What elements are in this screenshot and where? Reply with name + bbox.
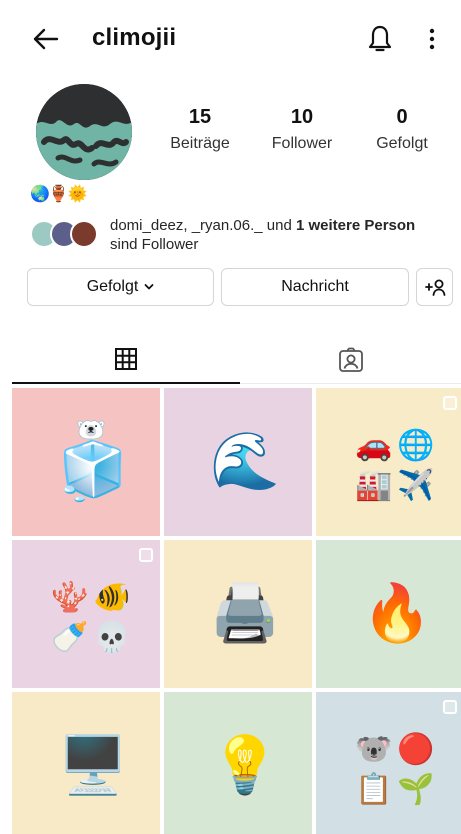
profile-username: climojii [92,24,177,51]
arrow-left-icon[interactable] [30,24,60,54]
bell-icon[interactable] [366,24,394,54]
stat-posts-value: 15 [188,106,212,128]
message-button-label: Nachricht [281,278,349,295]
post-tile[interactable]: 🚗 🌐 🏭 ✈️ [316,388,461,536]
post-emoji: 🖨️ [210,581,280,646]
grid-icon [115,348,137,370]
post-tile[interactable]: 🌊 [164,388,312,536]
chevron-down-icon [144,284,154,290]
post-emoji: 🌱 [397,772,435,807]
post-tile[interactable]: 🖨️ [164,540,312,688]
post-tile[interactable]: 🐨 🔴 📋 🌱 [316,692,461,834]
post-tile[interactable]: 🐻‍❄️ 🧊 [12,388,160,536]
followed-by-connector: und [262,217,296,234]
avatar [70,220,98,248]
tagged-person-icon [338,347,363,372]
followed-by-avatars[interactable] [30,220,102,250]
post-emoji: 💀 [93,620,131,655]
avatar-image [36,84,132,180]
stat-following-label: Gefolgt [376,135,428,152]
person-add-icon [424,279,445,296]
post-emoji: 🔥 [362,581,432,646]
post-emoji: 🖥️ [58,733,128,798]
post-emoji: 🪸 [51,580,89,615]
message-button[interactable]: Nachricht [221,268,409,306]
post-emoji: 💡 [210,733,280,798]
profile-bio: 🌏🏺🌞 [30,186,88,203]
followed-by-suffix: sind Follower [110,236,199,253]
following-button[interactable]: Gefolgt [27,268,214,306]
stat-following-value: 0 [396,106,408,128]
post-emoji: 📋 [355,772,393,807]
post-emoji: 🍼 [51,620,89,655]
multi-post-icon [139,548,153,562]
post-tile[interactable]: 💡 [164,692,312,834]
profile-tabs [12,336,461,386]
stat-posts-label: Beiträge [170,135,230,152]
multi-post-icon [443,700,457,714]
post-emoji: 🔴 [397,732,435,767]
stat-followers[interactable]: 10 Follower [262,106,342,153]
post-emoji: 🧊 [58,439,128,504]
stat-followers-label: Follower [271,135,333,152]
following-button-label: Gefolgt [86,278,139,295]
post-emoji: 🌐 [397,428,435,463]
tab-tagged[interactable] [240,336,461,384]
followed-by-names: domi_deez, _ryan.06._ [110,217,263,234]
stat-posts[interactable]: 15 Beiträge [162,106,238,153]
post-emoji: 🏭 [355,468,393,503]
tab-posts-grid[interactable] [12,336,240,384]
stat-following[interactable]: 0 Gefolgt [368,106,436,153]
followed-by-text[interactable]: domi_deez, _ryan.06._ und 1 weitere Pers… [110,216,450,254]
add-user-button[interactable] [416,268,453,306]
more-vertical-icon[interactable] [424,26,440,52]
profile-avatar[interactable] [36,84,132,180]
post-emoji: 🐨 [355,732,393,767]
post-emoji: 🚗 [355,428,393,463]
post-tile[interactable]: 🔥 [316,540,461,688]
top-bar: climojii [0,0,461,78]
post-tile[interactable]: 🪸 🐠 🍼 💀 [12,540,160,688]
multi-post-icon [443,396,457,410]
post-emoji: 🌊 [210,429,280,494]
followed-by-more: 1 weitere Person [295,217,416,234]
post-tile[interactable]: 🖥️ [12,692,160,834]
stat-followers-value: 10 [290,106,314,128]
post-emoji: 🐠 [93,580,131,615]
post-emoji: ✈️ [397,468,435,503]
posts-grid: 🐻‍❄️ 🧊 🌊 🚗 🌐 🏭 ✈️ 🪸 🐠 🍼 💀 🖨️ 🔥 🖥️ 💡 🐨 🔴 📋 🌱 [12,388,461,834]
